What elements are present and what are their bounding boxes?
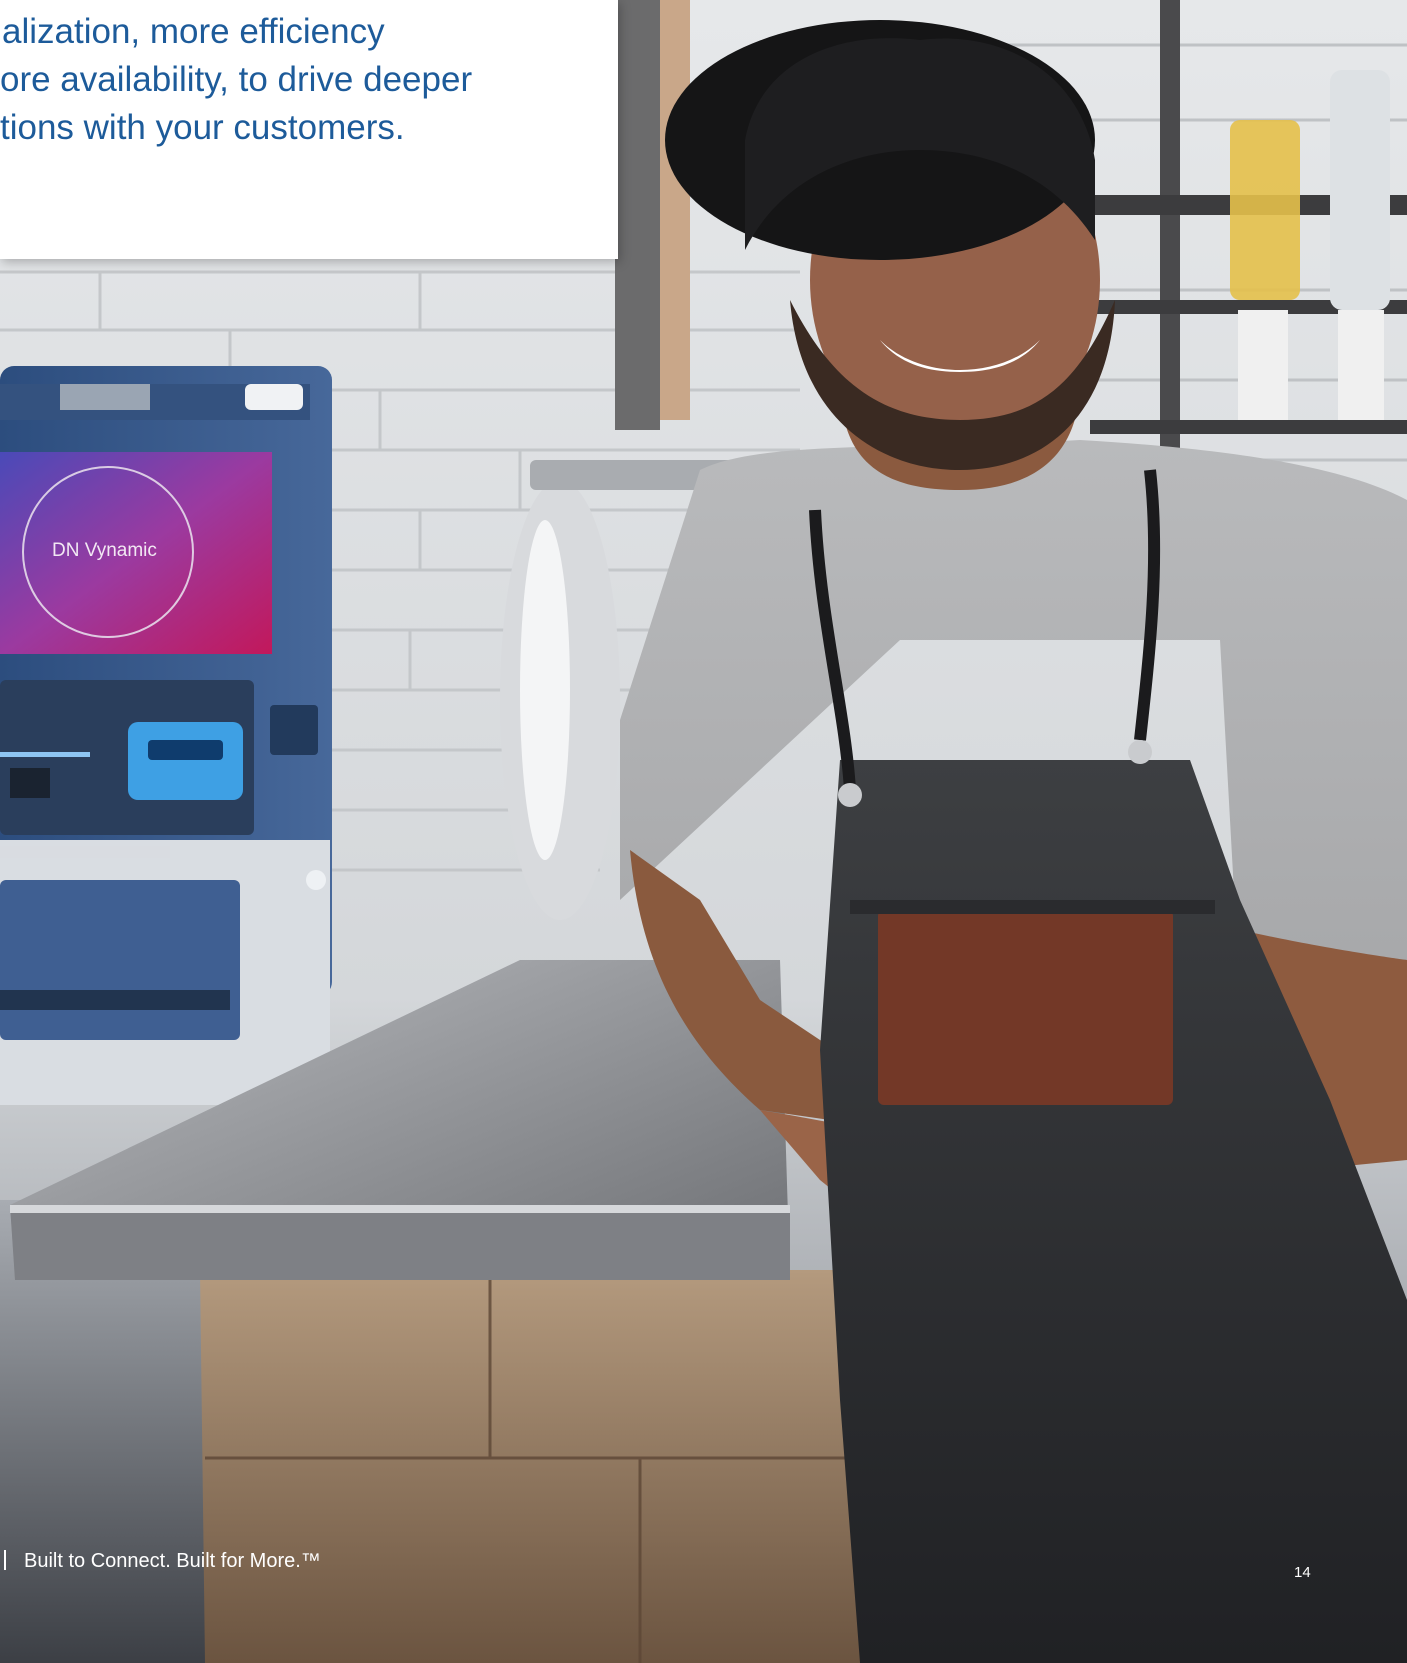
intro-text-panel: alization, more efficiency ore availabil… [0, 0, 618, 259]
intro-paragraph: alization, more efficiency ore availabil… [0, 8, 618, 152]
footer-separator [4, 1550, 6, 1570]
page-number: 14 [1294, 1564, 1311, 1581]
intro-line-3: tions with your customers. [0, 108, 405, 147]
footer-tagline-row: Built to Connect. Built for More.™ [0, 1550, 321, 1573]
intro-line-1: alization, more efficiency [2, 12, 385, 51]
intro-line-2: ore availability, to drive deeper [0, 60, 473, 99]
footer-tagline: Built to Connect. Built for More.™ [24, 1550, 321, 1572]
atm-screen-title: DN Vynamic [52, 540, 157, 561]
